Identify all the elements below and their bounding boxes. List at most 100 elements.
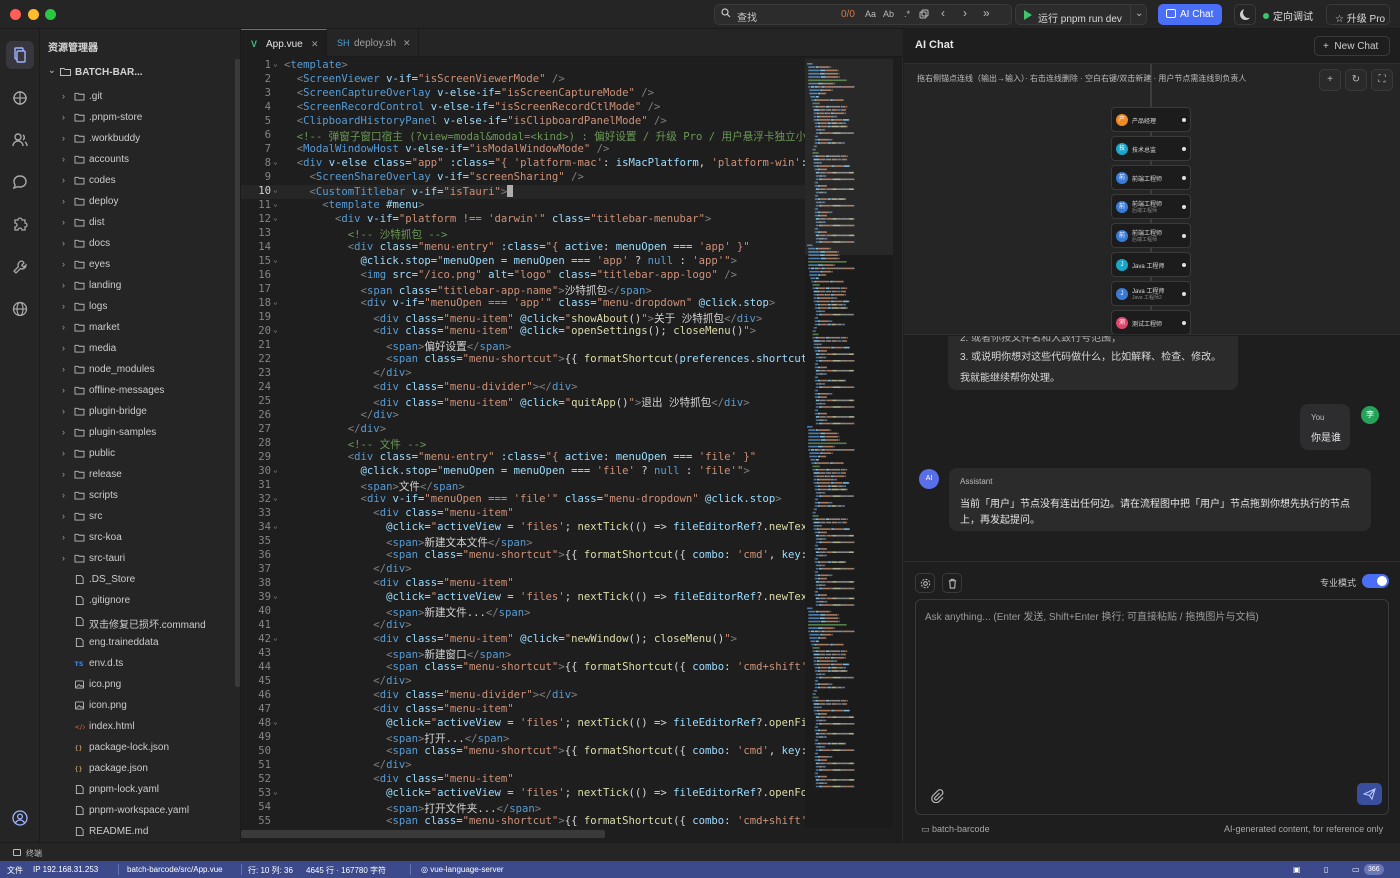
code-line[interactable]: 22 <span class="menu-shortcut">{{ format… xyxy=(241,353,805,367)
layout-icon[interactable]: ▣ xyxy=(1293,865,1301,874)
folder-item[interactable]: › src xyxy=(40,507,234,527)
code-line[interactable]: 11 ⌄ <template #menu> xyxy=(241,199,805,213)
battery-icon[interactable]: ▯ xyxy=(1324,865,1328,874)
file-item[interactable]: .gitignore xyxy=(40,591,234,611)
fold-chevron-icon[interactable]: ⌄ xyxy=(273,717,278,726)
folder-item[interactable]: › scripts xyxy=(40,486,234,506)
code-line[interactable]: 54 <span>打开文件夹...</span> xyxy=(241,801,805,815)
file-item[interactable]: README.md xyxy=(40,822,234,842)
folder-item[interactable]: › public xyxy=(40,444,234,464)
folder-item[interactable]: › deploy xyxy=(40,192,234,212)
chevron-right-icon[interactable]: › xyxy=(963,6,967,20)
explorer-root-folder[interactable]: ⌄ BATCH-BAR... xyxy=(46,64,236,82)
ai-chat-button[interactable]: AI Chat xyxy=(1158,4,1222,25)
fold-chevron-icon[interactable]: ⌄ xyxy=(273,325,278,334)
explorer-scrollbar[interactable] xyxy=(235,59,240,687)
node-anchor[interactable] xyxy=(1182,321,1186,325)
theme-toggle-button[interactable] xyxy=(1234,4,1256,25)
code-line[interactable]: 45 </div> xyxy=(241,675,805,689)
folder-item[interactable]: › dist xyxy=(40,213,234,233)
search-input[interactable]: 查找 xyxy=(737,9,757,24)
close-window-button[interactable] xyxy=(10,9,21,20)
code-line[interactable]: 4 <ScreenRecordControl v-else-if="isScre… xyxy=(241,101,805,115)
status-files[interactable]: 文件 xyxy=(7,865,23,876)
code-line[interactable]: 8 ⌄ <div v-else class="app" :class="{ 'pl… xyxy=(241,157,805,171)
code-line[interactable]: 15 ⌄ @click.stop="menuOpen = menuOpen ===… xyxy=(241,255,805,269)
fullscreen-icon[interactable]: ⛶ xyxy=(1371,69,1393,91)
code-line[interactable]: 32 ⌄ <div v-if="menuOpen === 'file'" clas… xyxy=(241,493,805,507)
code-line[interactable]: 14 <div class="menu-entry" :class="{ act… xyxy=(241,241,805,255)
file-item[interactable]: icon.png xyxy=(40,696,234,716)
folder-item[interactable]: › src-koa xyxy=(40,528,234,548)
code-line[interactable]: 28 <!-- 文件 --> xyxy=(241,437,805,451)
file-item[interactable]: pnpm-lock.yaml xyxy=(40,780,234,800)
folder-item[interactable]: › .workbuddy xyxy=(40,129,234,149)
status-language-server[interactable]: ◎ vue-language-server xyxy=(421,865,504,874)
pro-mode-toggle[interactable] xyxy=(1362,574,1389,588)
fold-chevron-icon[interactable]: ⌄ xyxy=(273,185,278,194)
code-line[interactable]: 38 <div class="menu-item" xyxy=(241,577,805,591)
code-line[interactable]: 19 <div class="menu-item" @click="showAb… xyxy=(241,311,805,325)
code-line[interactable]: 40 <span>新建文件...</span> xyxy=(241,605,805,619)
add-node-icon[interactable]: + xyxy=(1319,69,1341,91)
run-button[interactable]: 运行 pnpm run dev ⌄ xyxy=(1015,4,1147,25)
folder-item[interactable]: › logs xyxy=(40,297,234,317)
file-item[interactable]: 双击修复已损坏.command xyxy=(40,612,234,632)
code-line[interactable]: 46 <div class="menu-divider"></div> xyxy=(241,689,805,703)
file-item[interactable]: </> index.html xyxy=(40,717,234,737)
code-line[interactable]: 39 ⌄ @click="activeView = 'files'; nextTi… xyxy=(241,591,805,605)
regex-toggle[interactable]: .* xyxy=(904,9,910,19)
fold-chevron-icon[interactable]: ⌄ xyxy=(273,787,278,796)
minimize-window-button[interactable] xyxy=(28,9,39,20)
copy-icon[interactable] xyxy=(919,9,929,19)
match-word-toggle[interactable]: Ab xyxy=(883,9,894,19)
folder-item[interactable]: › plugin-bridge xyxy=(40,402,234,422)
code-line[interactable]: 5 <ClipboardHistoryPanel v-else-if="isCl… xyxy=(241,115,805,129)
settings-button[interactable] xyxy=(915,573,935,593)
code-line[interactable]: 12 ⌄ <div v-if="platform !== 'darwin'" cl… xyxy=(241,213,805,227)
activity-chat[interactable] xyxy=(6,168,34,196)
code-line[interactable]: 25 <div class="menu-item" @click="quitAp… xyxy=(241,395,805,409)
code-line[interactable]: 53 ⌄ @click="activeView = 'files'; nextTi… xyxy=(241,787,805,801)
activity-account[interactable] xyxy=(6,804,34,832)
code-line[interactable]: 2 <ScreenViewer v-if="isScreenViewerMode… xyxy=(241,73,805,87)
code-line[interactable]: 29 <div class="menu-entry" :class="{ act… xyxy=(241,451,805,465)
code-line[interactable]: 47 <div class="menu-item" xyxy=(241,703,805,717)
chevron-down-icon[interactable]: ⌄ xyxy=(1135,8,1143,19)
fold-chevron-icon[interactable]: ⌄ xyxy=(273,493,278,502)
folder-item[interactable]: › release xyxy=(40,465,234,485)
clear-chat-button[interactable] xyxy=(942,573,962,593)
file-item[interactable]: TS env.d.ts xyxy=(40,654,234,674)
fold-chevron-icon[interactable]: ⌄ xyxy=(273,199,278,208)
debug-button[interactable]: 定向调试 xyxy=(1263,8,1313,23)
screen-icon[interactable]: ▭ xyxy=(1352,865,1360,874)
code-line[interactable]: 16 <img src="/ico.png" alt="logo" class=… xyxy=(241,269,805,283)
node-anchor[interactable] xyxy=(1182,147,1186,151)
horizontal-scrollbar[interactable] xyxy=(241,830,605,838)
code-line[interactable]: 23 </div> xyxy=(241,367,805,381)
code-line[interactable]: 37 </div> xyxy=(241,563,805,577)
search-box[interactable]: 查找 0/0 Aa Ab .* ‹ › » xyxy=(714,4,1012,25)
folder-item[interactable]: › market xyxy=(40,318,234,338)
activity-explorer[interactable] xyxy=(6,41,34,69)
tab-deploy-sh[interactable]: SH deploy.sh ✕ xyxy=(327,29,419,57)
code-line[interactable]: 41 </div> xyxy=(241,619,805,633)
code-line[interactable]: 43 <span>新建窗口</span> xyxy=(241,647,805,661)
folder-item[interactable]: › eyes xyxy=(40,255,234,275)
code-line[interactable]: 27 </div> xyxy=(241,423,805,437)
folder-item[interactable]: › src-tauri xyxy=(40,549,234,569)
file-item[interactable]: pnpm-workspace.yaml xyxy=(40,801,234,821)
flow-node[interactable]: 产产品经理 xyxy=(1111,107,1191,132)
code-line[interactable]: 48 ⌄ @click="activeView = 'files'; nextTi… xyxy=(241,717,805,731)
code-line[interactable]: 51 </div> xyxy=(241,759,805,773)
status-file-path[interactable]: batch-barcode/src/App.vue xyxy=(127,865,223,874)
code-line[interactable]: 13 <!-- 沙特抓包 --> xyxy=(241,227,805,241)
chevron-left-icon[interactable]: ‹ xyxy=(941,6,945,20)
close-icon[interactable]: ✕ xyxy=(311,39,319,50)
code-line[interactable]: 34 ⌄ @click="activeView = 'files'; nextTi… xyxy=(241,521,805,535)
flow-canvas[interactable]: 拖右侧锚点连线（输出→输入）· 右击连线删除 · 空白右键/双击新建 · 用户节… xyxy=(904,63,1400,335)
folder-item[interactable]: › media xyxy=(40,339,234,359)
code-line[interactable]: 55 <span class="menu-shortcut">{{ format… xyxy=(241,815,805,827)
code-line[interactable]: 31 <span>文件</span> xyxy=(241,479,805,493)
code-line[interactable]: 21 <span>偏好设置</span> xyxy=(241,339,805,353)
